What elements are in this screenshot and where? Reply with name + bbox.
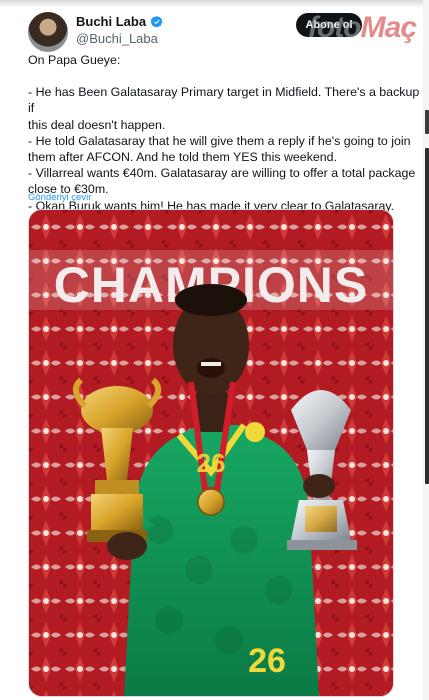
- scrollbar-marker: [425, 110, 429, 134]
- avatar[interactable]: [28, 12, 68, 52]
- watermark-part-mac: Maç: [360, 11, 417, 44]
- player-mouth: [197, 358, 225, 378]
- translate-post-link[interactable]: Gönderiyi çevir: [28, 192, 91, 203]
- follow-button[interactable]: Abone ol: [296, 13, 362, 37]
- player-left-hand: [107, 532, 147, 560]
- jersey-crest: [245, 422, 265, 442]
- author-name-text: Buchi Laba: [76, 14, 147, 29]
- verified-badge-icon: [150, 15, 163, 27]
- tweet-line: - He told Galatasaray that he will give …: [28, 133, 411, 148]
- champions-photo: CHAMPIONS 26 26: [29, 210, 393, 696]
- tweet-line: this deal doesn't happen.: [28, 117, 166, 132]
- tweet-line-gap: [28, 68, 423, 84]
- top-fade: [0, 0, 429, 8]
- author-display-name[interactable]: Buchi Laba: [76, 14, 164, 29]
- player-hair: [175, 284, 247, 316]
- shorts-number: 26: [248, 642, 286, 680]
- author-handle[interactable]: @Buchi_Laba: [76, 31, 158, 46]
- tweet-line: - He has Been Galatasaray Primary target…: [28, 85, 423, 116]
- gold-medal: [197, 488, 225, 516]
- tweet-line: On Papa Gueye:: [28, 53, 121, 67]
- player-teeth: [201, 362, 221, 366]
- tweet-media-image[interactable]: CHAMPIONS 26 26: [28, 209, 394, 697]
- tweet-line: - Villarreal wants €40m. Galatasaray are…: [28, 166, 416, 181]
- tweet-body: On Papa Gueye: - He has Been Galatasaray…: [28, 52, 423, 214]
- chest-number: 26: [197, 448, 226, 478]
- player-right-hand: [303, 474, 335, 498]
- tweet-line: them after AFCON. And he told them YES t…: [28, 150, 338, 165]
- scrollbar-thumb[interactable]: [425, 148, 429, 484]
